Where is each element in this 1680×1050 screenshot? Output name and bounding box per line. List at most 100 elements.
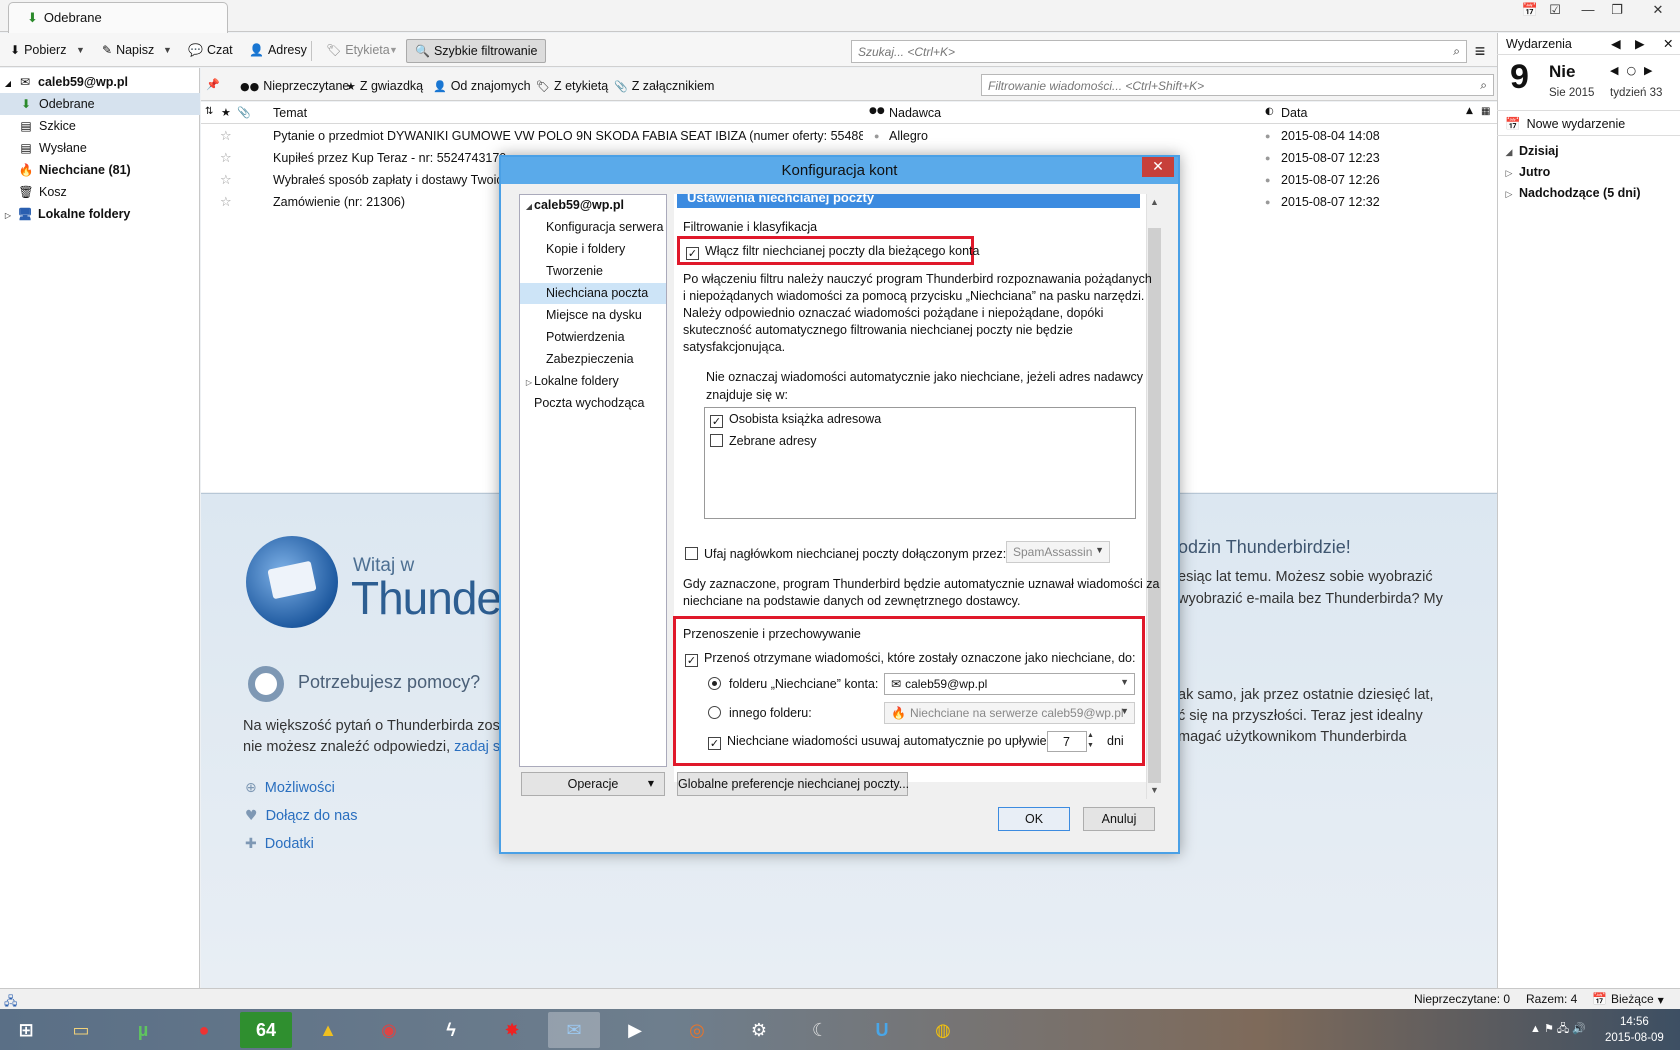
days-input[interactable]: 7 xyxy=(1047,731,1087,752)
moon-app-icon[interactable]: ☾ xyxy=(794,1012,846,1048)
quick-filter-button[interactable]: 🔍 Szybkie filtrowanie xyxy=(406,39,547,63)
tab-inbox[interactable]: ⬇ Odebrane xyxy=(8,2,228,33)
junk-folder-radio[interactable]: folderu „Niechciane” konta: xyxy=(708,677,878,691)
tasks-tab-icon[interactable]: ☑ xyxy=(1541,0,1569,22)
star-icon[interactable]: ☆ xyxy=(220,150,232,166)
agenda-tomorrow[interactable]: ▷ Jutro xyxy=(1505,165,1551,179)
scrollbar-thumb[interactable] xyxy=(1148,228,1161,783)
address-book-button[interactable]: 👤 Adresy xyxy=(245,40,311,62)
column-picker-icon[interactable]: ▦ xyxy=(1481,106,1490,117)
get-mail-button[interactable]: ⬇ Pobierz xyxy=(6,40,70,62)
days-spinner-icon[interactable]: ▲ ▼ xyxy=(1085,731,1096,752)
folder-drafts[interactable]: ▤ Szkice xyxy=(0,115,200,137)
previous-icon[interactable]: ◀ xyxy=(1611,36,1621,51)
clock-date[interactable]: 2015-08-09 xyxy=(1605,1032,1664,1044)
enable-filter-checkbox[interactable]: ✓ Włącz filtr niechcianej poczty dla bież… xyxy=(686,244,979,260)
app-menu-icon[interactable]: ≡ xyxy=(1469,40,1491,62)
sort-ascending-icon[interactable]: ▲ xyxy=(1466,106,1473,116)
agenda-upcoming[interactable]: ▷ Nadchodzące (5 dni) xyxy=(1505,186,1641,200)
uplay-icon[interactable]: U xyxy=(856,1012,908,1048)
tree-server[interactable]: Konfiguracja serwera xyxy=(520,217,666,238)
junk-dot-icon[interactable]: ● xyxy=(1265,175,1270,185)
other-folder-radio[interactable]: innego folderu: xyxy=(708,706,812,720)
filter-contacts[interactable]: 👤 Od znajomych xyxy=(433,79,531,93)
operations-button[interactable]: Operacje ▼ xyxy=(521,772,665,796)
app-64-icon[interactable]: 64 xyxy=(240,1012,292,1048)
dialog-close-icon[interactable]: ✕ xyxy=(1142,157,1174,177)
search-input[interactable]: Szukaj... <Ctrl+K> ⌕ xyxy=(851,40,1467,63)
junk-dot-icon[interactable]: ● xyxy=(1265,197,1270,207)
folder-local[interactable]: ▷ 🖥 Lokalne foldery xyxy=(0,203,200,225)
junk-status-icon[interactable]: ◐ xyxy=(1265,106,1274,117)
close-window-icon[interactable]: ✕ xyxy=(1638,0,1678,22)
tree-disk[interactable]: Miejsce na dysku xyxy=(520,305,666,326)
tag-button[interactable]: 🏷 Etykieta xyxy=(322,40,394,62)
filter-attachment[interactable]: 📎 Z załącznikiem xyxy=(614,79,714,93)
warning-app-icon[interactable]: ▲ xyxy=(302,1012,354,1048)
global-junk-prefs-button[interactable]: Globalne preferencje niechcianej poczty.… xyxy=(677,772,909,796)
folder-sent[interactable]: ▤ Wysłane xyxy=(0,137,200,159)
column-subject[interactable]: Temat xyxy=(273,106,307,120)
utorrent-icon[interactable]: µ xyxy=(117,1012,169,1048)
star-icon[interactable]: ☆ xyxy=(220,128,232,144)
junk-dot-icon[interactable]: ● xyxy=(1265,131,1270,141)
origin-icon[interactable]: ◎ xyxy=(671,1012,723,1048)
read-dot-icon[interactable]: ● xyxy=(874,131,879,141)
folder-account[interactable]: ◢ ✉ caleb59@wp.pl xyxy=(0,71,200,93)
record-icon[interactable]: ● xyxy=(178,1012,230,1048)
star-icon[interactable]: ☆ xyxy=(220,172,232,188)
tree-compose[interactable]: Tworzenie xyxy=(520,261,666,282)
message-row[interactable]: ☆ Pytanie o przedmiot DYWANIKI GUMOWE VW … xyxy=(201,125,1497,147)
write-button[interactable]: ✎ Napisz xyxy=(98,40,158,62)
other-folder-select[interactable]: 🔥 Niechciane na serwerze caleb59@wp.pl ▼ xyxy=(884,702,1135,724)
read-status-icon[interactable]: ●● xyxy=(869,106,885,116)
filter-starred[interactable]: ★ Z gwiazdką xyxy=(346,79,423,93)
today-pane-toggle[interactable]: 📅 Bieżące ▼ xyxy=(1592,992,1664,1006)
attachment-column-icon[interactable]: 📎 xyxy=(237,106,251,119)
steam-icon[interactable]: ⚙ xyxy=(733,1012,785,1048)
folder-junk[interactable]: 🔥 Niechciane (81) xyxy=(0,159,200,181)
folder-trash[interactable]: 🗑 Kosz xyxy=(0,181,200,203)
tree-receipts[interactable]: Potwierdzenia xyxy=(520,327,666,348)
filter-tags[interactable]: 🏷 Z etykietą xyxy=(536,79,608,93)
thunderbird-taskbar-icon[interactable]: ✉ xyxy=(548,1012,600,1048)
calendar-navigation-icon[interactable]: ◀○▶ xyxy=(1610,64,1661,77)
scroll-down-icon[interactable]: ▼ xyxy=(1148,785,1161,795)
junk-account-select[interactable]: ✉ caleb59@wp.pl ▼ xyxy=(884,673,1135,695)
ask-link[interactable]: zadaj s xyxy=(454,739,500,755)
new-event-button[interactable]: 📅 Nowe wydarzenie xyxy=(1497,110,1680,136)
tray-icons[interactable]: ▲ ⚑ 🖧 🔊 xyxy=(1530,1020,1586,1039)
scroll-up-icon[interactable]: ▲ xyxy=(1148,197,1161,207)
write-dropdown-icon[interactable]: ▼ xyxy=(163,40,172,60)
flash-app-icon[interactable]: ϟ xyxy=(425,1012,477,1048)
chrome-icon[interactable]: ◍ xyxy=(917,1012,969,1048)
filter-messages-input[interactable]: Filtrowanie wiadomości... <Ctrl+Shift+K>… xyxy=(981,74,1494,96)
features-link[interactable]: ⊕ Możliwości xyxy=(245,780,335,796)
collapse-arrow-icon[interactable]: ◢ xyxy=(4,73,12,95)
trust-headers-checkbox[interactable]: Ufaj nagłówkom niechcianej poczty dołącz… xyxy=(685,547,1006,561)
join-us-link[interactable]: ♥ Dołącz do nas xyxy=(245,808,357,824)
spam-provider-select[interactable]: SpamAssassin ▼ xyxy=(1006,541,1110,563)
splash-app-icon[interactable]: ✸ xyxy=(486,1012,538,1048)
tree-security[interactable]: Zabezpieczenia xyxy=(520,349,666,370)
pin-filter-icon[interactable]: 📌 xyxy=(206,77,224,91)
move-junk-checkbox[interactable]: ✓ Przenoś otrzymane wiadomości, które zos… xyxy=(685,651,1135,667)
restore-icon[interactable]: ❐ xyxy=(1603,0,1631,22)
column-sender[interactable]: Nadawca xyxy=(889,106,941,120)
cancel-button[interactable]: Anuluj xyxy=(1083,807,1155,831)
ok-button[interactable]: OK xyxy=(998,807,1070,831)
chat-button[interactable]: 💬 Czat xyxy=(184,40,237,62)
collected-ab-checkbox[interactable]: Zebrane adresy xyxy=(710,434,817,448)
tree-junk[interactable]: Niechciana poczta xyxy=(520,283,666,304)
star-icon[interactable]: ☆ xyxy=(220,194,232,210)
folder-inbox[interactable]: ⬇ Odebrane xyxy=(0,93,200,115)
tree-copies[interactable]: Kopie i foldery xyxy=(520,239,666,260)
start-button[interactable]: ⊞ xyxy=(0,1012,52,1048)
agenda-today[interactable]: ◢ Dzisiaj xyxy=(1505,144,1559,158)
clock-time[interactable]: 14:56 xyxy=(1620,1016,1649,1028)
video-app-icon[interactable]: ▶ xyxy=(609,1012,661,1048)
game-app-icon[interactable]: ◉ xyxy=(363,1012,415,1048)
explorer-icon[interactable]: ▭ xyxy=(55,1012,107,1048)
calendar-tab-icon[interactable]: 📅 xyxy=(1516,0,1544,22)
junk-dot-icon[interactable]: ● xyxy=(1265,153,1270,163)
